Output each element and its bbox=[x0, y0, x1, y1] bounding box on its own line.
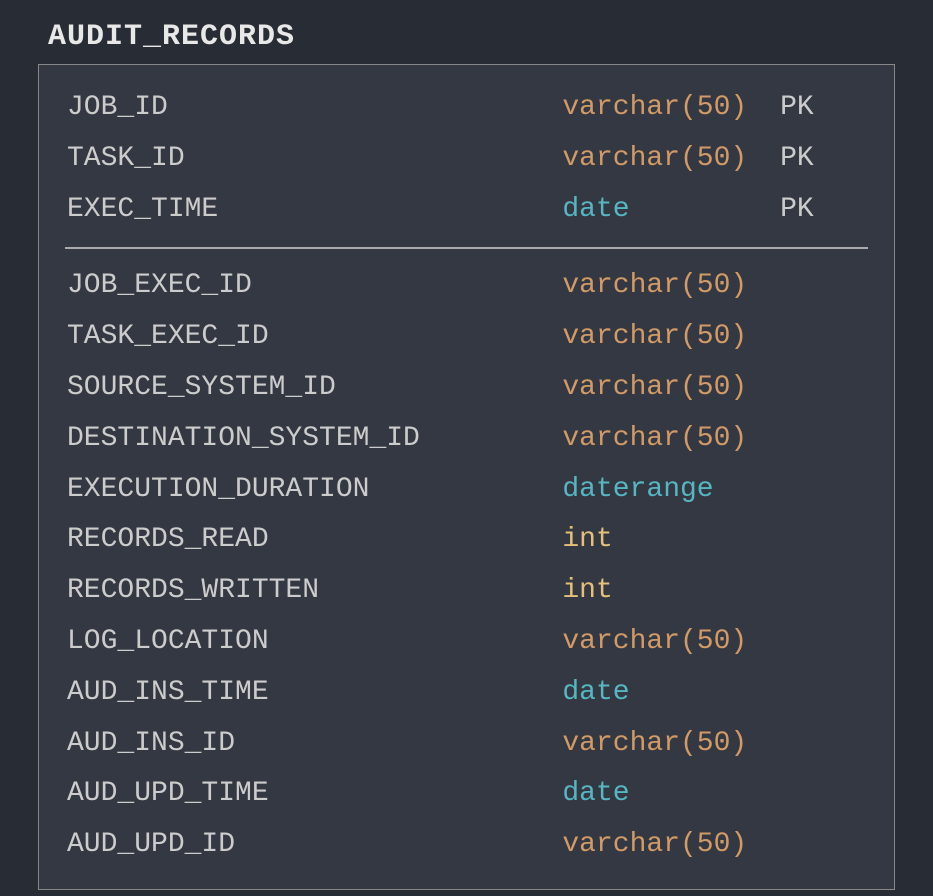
table-row: AUD_INS_TIMEdate bbox=[39, 668, 894, 719]
column-name: DESTINATION_SYSTEM_ID bbox=[67, 417, 562, 462]
column-key bbox=[770, 620, 866, 665]
column-name: AUD_UPD_TIME bbox=[67, 772, 562, 817]
column-name: RECORDS_READ bbox=[67, 518, 562, 563]
column-key: PK bbox=[770, 86, 866, 131]
column-type: varchar(50) bbox=[562, 366, 770, 411]
column-type: date bbox=[562, 772, 770, 817]
table-row: SOURCE_SYSTEM_IDvarchar(50) bbox=[39, 363, 894, 414]
column-key bbox=[770, 417, 866, 462]
column-key: PK bbox=[770, 137, 866, 182]
column-name: JOB_ID bbox=[67, 86, 562, 131]
column-key bbox=[770, 366, 866, 411]
column-key bbox=[770, 722, 866, 767]
column-key bbox=[770, 671, 866, 716]
column-key bbox=[770, 264, 866, 309]
table-row: RECORDS_READint bbox=[39, 515, 894, 566]
column-key bbox=[770, 518, 866, 563]
column-type: varchar(50) bbox=[562, 264, 770, 309]
column-type: varchar(50) bbox=[562, 823, 770, 868]
column-type: varchar(50) bbox=[562, 86, 770, 131]
table-row: TASK_EXEC_IDvarchar(50) bbox=[39, 312, 894, 363]
column-name: AUD_INS_TIME bbox=[67, 671, 562, 716]
column-key bbox=[770, 772, 866, 817]
column-key bbox=[770, 823, 866, 868]
column-type: varchar(50) bbox=[562, 137, 770, 182]
table-row: EXECUTION_DURATIONdaterange bbox=[39, 465, 894, 516]
column-name: JOB_EXEC_ID bbox=[67, 264, 562, 309]
table-row: EXEC_TIMEdatePK bbox=[39, 185, 894, 236]
columns-section: JOB_EXEC_IDvarchar(50)TASK_EXEC_IDvarcha… bbox=[39, 261, 894, 871]
column-name: TASK_EXEC_ID bbox=[67, 315, 562, 360]
column-type: varchar(50) bbox=[562, 417, 770, 462]
table-row: AUD_INS_IDvarchar(50) bbox=[39, 719, 894, 770]
column-key: PK bbox=[770, 188, 866, 233]
table-row: AUD_UPD_TIMEdate bbox=[39, 769, 894, 820]
pk-section: JOB_IDvarchar(50)PKTASK_IDvarchar(50)PKE… bbox=[39, 83, 894, 235]
column-key bbox=[770, 315, 866, 360]
column-name: SOURCE_SYSTEM_ID bbox=[67, 366, 562, 411]
column-type: int bbox=[562, 518, 770, 563]
table-row: JOB_IDvarchar(50)PK bbox=[39, 83, 894, 134]
column-name: AUD_UPD_ID bbox=[67, 823, 562, 868]
column-type: varchar(50) bbox=[562, 620, 770, 665]
column-key bbox=[770, 468, 866, 513]
column-type: date bbox=[562, 188, 770, 233]
table-diagram: AUDIT_RECORDS JOB_IDvarchar(50)PKTASK_ID… bbox=[38, 20, 895, 890]
column-name: LOG_LOCATION bbox=[67, 620, 562, 665]
column-name: TASK_ID bbox=[67, 137, 562, 182]
table-row: RECORDS_WRITTENint bbox=[39, 566, 894, 617]
column-type: varchar(50) bbox=[562, 315, 770, 360]
column-type: int bbox=[562, 569, 770, 614]
table-name: AUDIT_RECORDS bbox=[38, 20, 895, 54]
pk-divider bbox=[65, 247, 868, 249]
column-name: EXEC_TIME bbox=[67, 188, 562, 233]
table-row: JOB_EXEC_IDvarchar(50) bbox=[39, 261, 894, 312]
table-row: LOG_LOCATIONvarchar(50) bbox=[39, 617, 894, 668]
column-type: daterange bbox=[562, 468, 770, 513]
column-type: varchar(50) bbox=[562, 722, 770, 767]
column-type: date bbox=[562, 671, 770, 716]
column-name: EXECUTION_DURATION bbox=[67, 468, 562, 513]
table-box: JOB_IDvarchar(50)PKTASK_IDvarchar(50)PKE… bbox=[38, 64, 895, 890]
column-name: AUD_INS_ID bbox=[67, 722, 562, 767]
table-row: TASK_IDvarchar(50)PK bbox=[39, 134, 894, 185]
column-key bbox=[770, 569, 866, 614]
column-name: RECORDS_WRITTEN bbox=[67, 569, 562, 614]
table-row: DESTINATION_SYSTEM_IDvarchar(50) bbox=[39, 414, 894, 465]
table-row: AUD_UPD_IDvarchar(50) bbox=[39, 820, 894, 871]
